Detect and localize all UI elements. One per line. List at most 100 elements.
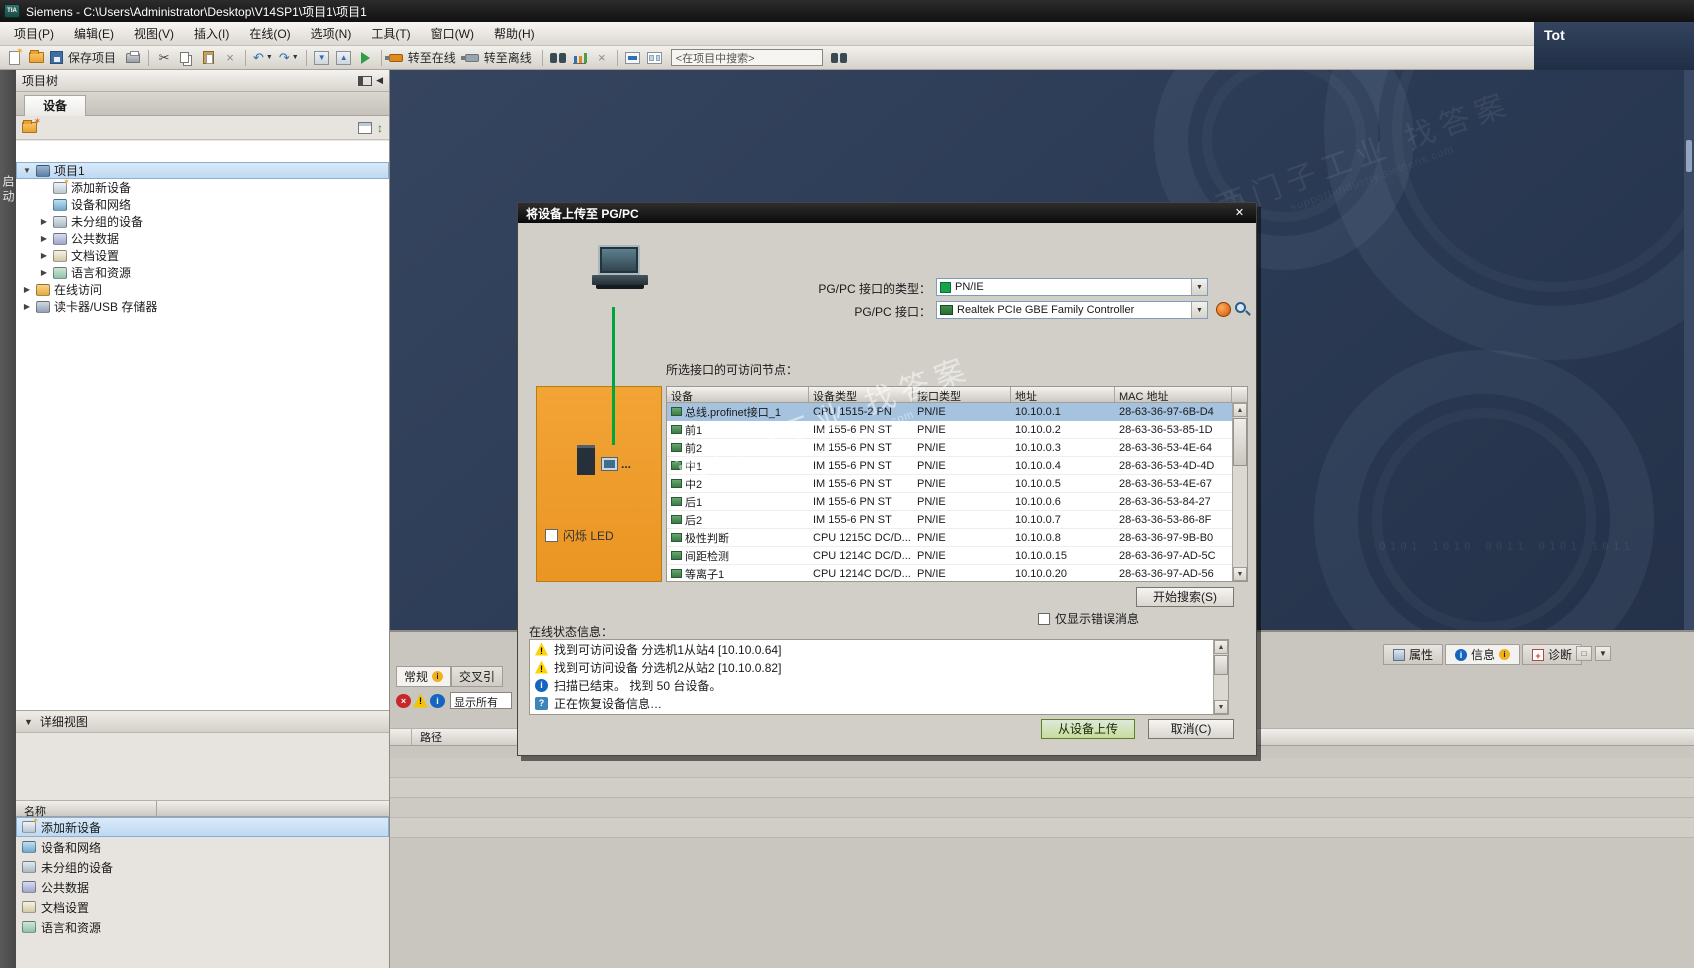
tab-info[interactable]: i 信息 i bbox=[1445, 644, 1521, 665]
info-filter-icon[interactable]: i bbox=[430, 693, 445, 708]
error-filter-icon[interactable]: × bbox=[396, 693, 411, 708]
menu-item[interactable]: 编辑(E) bbox=[64, 22, 124, 45]
tree-item[interactable]: ▶ 读卡器/USB 存储器 bbox=[16, 298, 389, 315]
scrollbar-thumb[interactable] bbox=[1214, 655, 1228, 675]
warning-filter-icon[interactable]: ! bbox=[413, 693, 428, 708]
scrollbar-thumb[interactable] bbox=[1686, 140, 1692, 172]
column-header[interactable]: 设备类型 bbox=[809, 387, 913, 402]
interface-properties-icon[interactable] bbox=[1216, 302, 1231, 317]
cut-button[interactable]: ✂ bbox=[154, 48, 174, 67]
undo-button[interactable]: ↶ ▼ bbox=[251, 48, 275, 67]
start-simulation-button[interactable] bbox=[356, 48, 376, 67]
scrollbar-thumb[interactable] bbox=[1233, 418, 1247, 466]
upload-from-device-button[interactable]: ▲ bbox=[334, 48, 354, 67]
show-all-dropdown[interactable]: 显示所有 bbox=[450, 692, 512, 709]
undo-dropdown-icon[interactable]: ▼ bbox=[266, 54, 273, 61]
sort-icon[interactable]: ↕ bbox=[377, 122, 383, 134]
status-scrollbar[interactable]: ▲ ▼ bbox=[1213, 640, 1228, 714]
menu-item[interactable]: 窗口(W) bbox=[421, 22, 484, 45]
detail-view-header[interactable]: ▼ 详细视图 bbox=[16, 710, 389, 733]
go-offline-button[interactable]: 转至离线 bbox=[460, 48, 537, 67]
window-layout-button[interactable] bbox=[623, 48, 643, 67]
detail-view-item[interactable]: 设备和网络 bbox=[16, 837, 389, 857]
tree-item[interactable]: 添加新设备 bbox=[16, 177, 389, 196]
column-view-icon[interactable] bbox=[358, 121, 372, 134]
close-session-button[interactable]: × bbox=[592, 48, 612, 67]
scroll-up-icon[interactable]: ▲ bbox=[1214, 640, 1228, 654]
find-in-project-button[interactable] bbox=[829, 48, 849, 67]
delete-button[interactable]: × bbox=[220, 48, 240, 67]
upload-from-device-confirm-button[interactable]: 从设备上传 bbox=[1041, 719, 1135, 739]
device-row[interactable]: 等离子1 CPU 1214C DC/D... PN/IE 10.10.0.20 28-6… bbox=[667, 565, 1232, 581]
tab-devices[interactable]: 设备 bbox=[24, 95, 86, 116]
menu-item[interactable]: 插入(I) bbox=[184, 22, 239, 45]
paste-button[interactable] bbox=[198, 48, 218, 67]
device-row[interactable]: 前1 IM 155-6 PN ST PN/IE 10.10.0.2 28-63-36-5… bbox=[667, 421, 1232, 439]
inspector-subtab[interactable]: 交叉引 bbox=[451, 666, 504, 687]
column-header[interactable]: 设备 bbox=[667, 387, 809, 402]
detail-view-item[interactable]: 公共数据 bbox=[16, 877, 389, 897]
print-button[interactable] bbox=[123, 48, 143, 67]
dropdown-arrow-icon[interactable]: ▼ bbox=[1191, 302, 1207, 318]
tree-item[interactable]: ▶ 语言和资源 bbox=[16, 264, 389, 281]
collapse-pane-icon[interactable]: ▼ bbox=[1595, 646, 1611, 661]
scroll-up-icon[interactable]: ▲ bbox=[1233, 403, 1247, 417]
pg-pc-interface-select[interactable]: Realtek PCIe GBE Family Controller ▼ bbox=[936, 301, 1208, 319]
accessible-devices-button[interactable] bbox=[548, 48, 568, 67]
menu-item[interactable]: 工具(T) bbox=[361, 22, 420, 45]
inspector-subtab[interactable]: 常规 i bbox=[396, 666, 452, 687]
tree-item[interactable]: ▶ 公共数据 bbox=[16, 230, 389, 247]
device-row[interactable]: 中1 IM 155-6 PN ST PN/IE 10.10.0.4 28-63-36-5… bbox=[667, 457, 1232, 475]
device-row[interactable]: 后1 IM 155-6 PN ST PN/IE 10.10.0.6 28-63-36-5… bbox=[667, 493, 1232, 511]
collapse-panel-icon[interactable]: ◀ bbox=[376, 75, 383, 86]
redo-button[interactable]: ↷ ▼ bbox=[277, 48, 301, 67]
device-row[interactable]: 极性判断 CPU 1215C DC/D... PN/IE 10.10.0.8 28-63… bbox=[667, 529, 1232, 547]
pg-pc-type-select[interactable]: PN/IE ▼ bbox=[936, 278, 1208, 296]
dropdown-arrow-icon[interactable]: ▼ bbox=[1191, 279, 1207, 295]
menu-item[interactable]: 项目(P) bbox=[4, 22, 64, 45]
task-card-rail[interactable] bbox=[1684, 70, 1694, 630]
tab-properties[interactable]: 属性 bbox=[1383, 644, 1444, 665]
expander-icon[interactable]: ▶ bbox=[39, 268, 49, 277]
dock-window-icon[interactable]: □ bbox=[1576, 646, 1592, 661]
tree-item[interactable]: ▶ 在线访问 bbox=[16, 281, 389, 298]
start-view-label[interactable]: 启动 bbox=[0, 175, 17, 205]
detail-view-item[interactable]: 添加新设备 bbox=[16, 816, 389, 837]
go-online-button[interactable]: 转至在线 bbox=[384, 48, 461, 67]
detail-view-item[interactable]: 语言和资源 bbox=[16, 917, 389, 937]
expander-icon[interactable]: ▼ bbox=[22, 166, 32, 175]
menu-item[interactable]: 视图(V) bbox=[124, 22, 184, 45]
cancel-button[interactable]: 取消(C) bbox=[1148, 719, 1234, 739]
diagnostics-chart-button[interactable] bbox=[570, 48, 590, 67]
redo-dropdown-icon[interactable]: ▼ bbox=[292, 54, 299, 61]
scroll-down-icon[interactable]: ▼ bbox=[1214, 700, 1228, 714]
menu-item[interactable]: 在线(O) bbox=[239, 22, 300, 45]
open-project-button[interactable] bbox=[26, 48, 46, 67]
only-errors-checkbox[interactable] bbox=[1038, 612, 1050, 625]
menu-item[interactable]: 帮助(H) bbox=[484, 22, 545, 45]
expander-icon[interactable]: ▶ bbox=[39, 217, 49, 226]
detail-name-column-header[interactable]: 名称 bbox=[16, 800, 389, 818]
tree-item[interactable]: ▶ 文档设置 bbox=[16, 247, 389, 264]
new-folder-icon[interactable] bbox=[22, 116, 41, 133]
new-project-button[interactable] bbox=[4, 46, 24, 67]
download-to-device-button[interactable]: ▼ bbox=[312, 48, 332, 67]
tree-item[interactable]: 设备和网络 bbox=[16, 196, 389, 213]
expander-icon[interactable]: ▶ bbox=[22, 302, 32, 311]
dialog-close-button[interactable]: ✕ bbox=[1231, 206, 1248, 221]
device-row[interactable]: 中2 IM 155-6 PN ST PN/IE 10.10.0.5 28-63-36-5… bbox=[667, 475, 1232, 493]
tree-item[interactable]: ▶ 未分组的设备 bbox=[16, 213, 389, 230]
column-header[interactable]: 接口类型 bbox=[913, 387, 1011, 402]
column-header[interactable]: 地址 bbox=[1011, 387, 1115, 402]
copy-button[interactable] bbox=[176, 48, 196, 67]
device-row[interactable]: 前2 IM 155-6 PN ST PN/IE 10.10.0.3 28-63-36-5… bbox=[667, 439, 1232, 457]
split-editor-button[interactable] bbox=[645, 48, 665, 67]
device-row[interactable]: 间距检测 CPU 1214C DC/D... PN/IE 10.10.0.15 28-6… bbox=[667, 547, 1232, 565]
flash-led-checkbox[interactable] bbox=[545, 529, 558, 542]
column-header[interactable]: MAC 地址 bbox=[1115, 387, 1232, 402]
dialog-title-bar[interactable]: 将设备上传至 PG/PC ✕ bbox=[518, 203, 1256, 223]
expander-icon[interactable]: ▶ bbox=[22, 285, 32, 294]
tab-diagnostics[interactable]: + 诊断 bbox=[1522, 644, 1583, 665]
detail-view-item[interactable]: 未分组的设备 bbox=[16, 857, 389, 877]
float-window-icon[interactable] bbox=[358, 75, 373, 86]
